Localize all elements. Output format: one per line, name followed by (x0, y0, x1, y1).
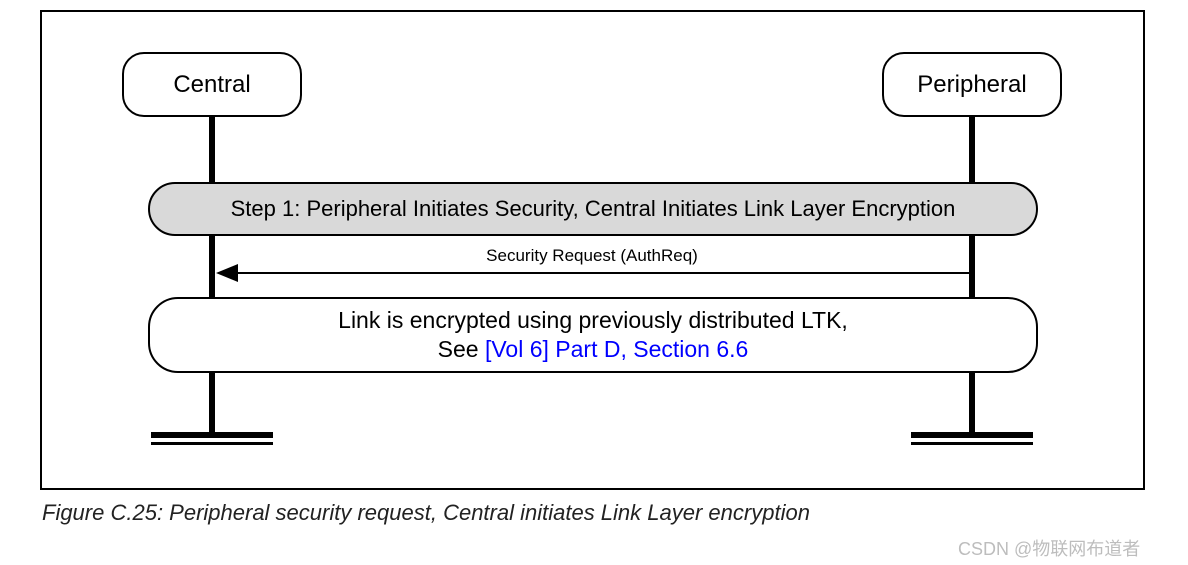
foot-peripheral-thin (911, 442, 1033, 445)
note-line2-link: [Vol 6] Part D, Section 6.6 (485, 336, 748, 362)
foot-central-thin (151, 442, 273, 445)
watermark: CSDN @物联网布道者 (958, 535, 1140, 561)
actor-peripheral: Peripheral (882, 52, 1062, 117)
step-1-label: Step 1: Peripheral Initiates Security, C… (231, 196, 956, 222)
note-pill: Link is encrypted using previously distr… (148, 297, 1038, 373)
lifeline-peripheral-top (969, 117, 975, 182)
actor-peripheral-label: Peripheral (917, 71, 1026, 99)
lifeline-central-mid (209, 236, 215, 297)
note-line1: Link is encrypted using previously distr… (338, 306, 848, 335)
lifeline-central-top (209, 117, 215, 182)
message-label: Security Request (AuthReq) (342, 246, 842, 266)
foot-central-thick (151, 432, 273, 438)
actor-central-label: Central (173, 71, 250, 99)
foot-peripheral-thick (911, 432, 1033, 438)
actor-central: Central (122, 52, 302, 117)
figure-caption: Figure C.25: Peripheral security request… (42, 500, 810, 526)
lifeline-central-bot (209, 373, 215, 433)
note-line2: See [Vol 6] Part D, Section 6.6 (438, 335, 749, 364)
lifeline-peripheral-bot (969, 373, 975, 433)
lifeline-peripheral-mid (969, 236, 975, 297)
diagram-frame: Central Peripheral Step 1: Peripheral In… (40, 10, 1145, 490)
message-arrow-line (237, 272, 975, 274)
note-line2-prefix: See (438, 336, 485, 362)
message-arrow-head (216, 264, 238, 282)
step-1-pill: Step 1: Peripheral Initiates Security, C… (148, 182, 1038, 236)
